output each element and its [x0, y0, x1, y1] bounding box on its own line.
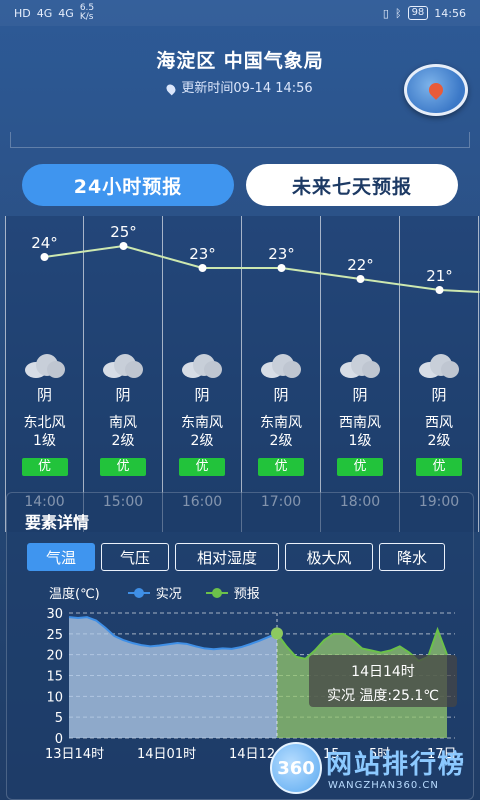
tab-pressure[interactable]: 气压	[101, 543, 169, 571]
y-tick-label: 30	[46, 607, 63, 622]
location-pin-icon	[164, 82, 178, 95]
hour-condition: 阴	[352, 386, 368, 404]
hour-column[interactable]: 阴 东北风1级 优 14:00	[5, 216, 84, 532]
x-tick-label: 14日12	[229, 747, 275, 762]
cloudy-icon	[340, 354, 380, 378]
bluetooth-icon: ᛒ	[394, 6, 402, 20]
hour-wind: 西南风 1级	[321, 414, 399, 450]
y-tick-label: 5	[55, 711, 63, 726]
tooltip-time: 14日14时	[351, 664, 415, 680]
status-time: 14:56	[434, 6, 466, 20]
hour-column[interactable]: 阴 西南风1级 优 18:00	[321, 216, 400, 532]
hour-condition: 阴	[431, 386, 447, 404]
wind-direction: 西南风	[339, 415, 381, 431]
cloudy-icon	[419, 354, 459, 378]
wind-direction: 西风	[425, 415, 453, 431]
legend-forecast-marker	[205, 587, 228, 598]
signal-icon-2: 4G	[58, 6, 74, 20]
wind-level: 2级	[427, 433, 451, 449]
hour-condition: 阴	[115, 386, 131, 404]
wind-direction: 东南风	[181, 415, 223, 431]
battery-icon: 98	[407, 6, 429, 20]
forecast-tabs: 24小时预报 未来七天预报	[0, 148, 480, 206]
watermark-badge: 360	[270, 742, 322, 794]
legend-actual-marker	[127, 587, 150, 598]
watermark: 360 网站排行榜 WANGZHAN360.CN	[270, 736, 480, 800]
status-bar: HD 4G 4G 6.5 K/s ▯ ᛒ 98 14:56	[0, 0, 480, 26]
header-divider	[10, 132, 470, 148]
y-tick-label: 25	[46, 628, 63, 643]
hour-wind: 南风 2级	[84, 414, 162, 450]
tab-precipitation[interactable]: 降水	[379, 543, 445, 571]
hour-column[interactable]: 阴 西风2级 优 19:00	[400, 216, 479, 532]
wind-level: 2级	[111, 433, 135, 449]
wind-level: 2级	[190, 433, 214, 449]
status-right: ▯ ᛒ 98 14:56	[383, 6, 466, 20]
watermark-sub: WANGZHAN360.CN	[328, 780, 439, 791]
y-axis-label: 温度(℃)	[49, 587, 100, 602]
wind-level: 2级	[269, 433, 293, 449]
aqi-badge: 优	[337, 458, 383, 476]
cloudy-icon	[261, 354, 301, 378]
hour-wind: 西风 2级	[400, 414, 478, 450]
aqi-badge: 优	[179, 458, 225, 476]
cloudy-icon	[103, 354, 143, 378]
header: 海淀区 中国气象局 更新时间09-14 14:56	[0, 46, 480, 132]
update-time-text: 更新时间09-14 14:56	[181, 81, 313, 96]
watermark-text: 网站排行榜	[326, 750, 467, 780]
signal-icon: 4G	[36, 6, 53, 20]
location-title: 海淀区 中国气象局	[156, 50, 324, 72]
y-tick-label: 20	[46, 649, 63, 664]
detail-title: 要素详情	[25, 513, 90, 532]
hour-column[interactable]: 阴 东南风2级 优 17:00	[242, 216, 321, 532]
wind-direction: 东北风	[23, 415, 66, 431]
chart-tooltip: 14日14时 实况 温度:25.1℃	[309, 655, 457, 707]
vibrate-icon: ▯	[382, 6, 389, 20]
legend-forecast[interactable]: 预报	[234, 583, 260, 602]
legend-actual[interactable]: 实况	[156, 583, 182, 602]
hour-column[interactable]: 阴 南风2级 优 15:00	[84, 216, 163, 532]
y-tick-label: 0	[55, 732, 63, 747]
wind-level: 1级	[33, 433, 56, 449]
hour-wind: 东北风 1级	[6, 414, 83, 450]
tab-temperature[interactable]: 气温	[27, 543, 95, 571]
actual-series-area	[69, 617, 277, 738]
aqi-badge: 优	[416, 458, 462, 476]
cloudy-icon	[182, 354, 222, 378]
element-tabs: 气温 气压 相对湿度 极大风 降水	[27, 543, 445, 571]
hour-column[interactable]: 阴 东南风2级 优 16:00	[163, 216, 242, 532]
y-tick-label: 15	[46, 670, 63, 685]
tab-humidity[interactable]: 相对湿度	[175, 543, 279, 571]
aqi-badge: 优	[258, 458, 304, 476]
wind-level: 1级	[348, 433, 372, 449]
network-speed: 6.5 K/s	[79, 3, 95, 22]
hourly-forecast[interactable]: 阴 东北风1级 优 14:00 阴 南风2级 优 15:00 阴 东南风2级 优…	[0, 216, 480, 532]
x-tick-label: 14日01时	[137, 747, 196, 762]
tab-seven-day[interactable]: 未来七天预报	[246, 164, 458, 206]
x-tick-label: 13日14时	[45, 747, 104, 762]
tab-max-wind[interactable]: 极大风	[285, 543, 373, 571]
status-left: HD 4G 4G 6.5 K/s	[14, 4, 94, 22]
aqi-badge: 优	[21, 458, 68, 476]
chart-legend: 温度(℃) 实况 预报	[49, 583, 260, 602]
tooltip-value: 实况 温度:25.1℃	[326, 688, 440, 704]
wind-direction: 东南风	[260, 415, 302, 431]
y-tick-label: 10	[46, 690, 63, 705]
hour-wind: 东南风 2级	[242, 414, 320, 450]
cloudy-icon	[24, 354, 65, 378]
hour-condition: 阴	[273, 386, 289, 404]
wind-direction: 南风	[109, 415, 137, 431]
tab-24-hour[interactable]: 24小时预报	[22, 164, 234, 206]
hd-indicator: HD	[14, 6, 31, 20]
current-point	[271, 627, 283, 640]
aqi-badge: 优	[100, 458, 146, 476]
hour-condition: 阴	[36, 386, 52, 404]
hour-wind: 东南风 2级	[163, 414, 241, 450]
hour-condition: 阴	[194, 386, 210, 404]
map-pin-icon	[426, 80, 446, 100]
map-button[interactable]	[404, 64, 468, 116]
